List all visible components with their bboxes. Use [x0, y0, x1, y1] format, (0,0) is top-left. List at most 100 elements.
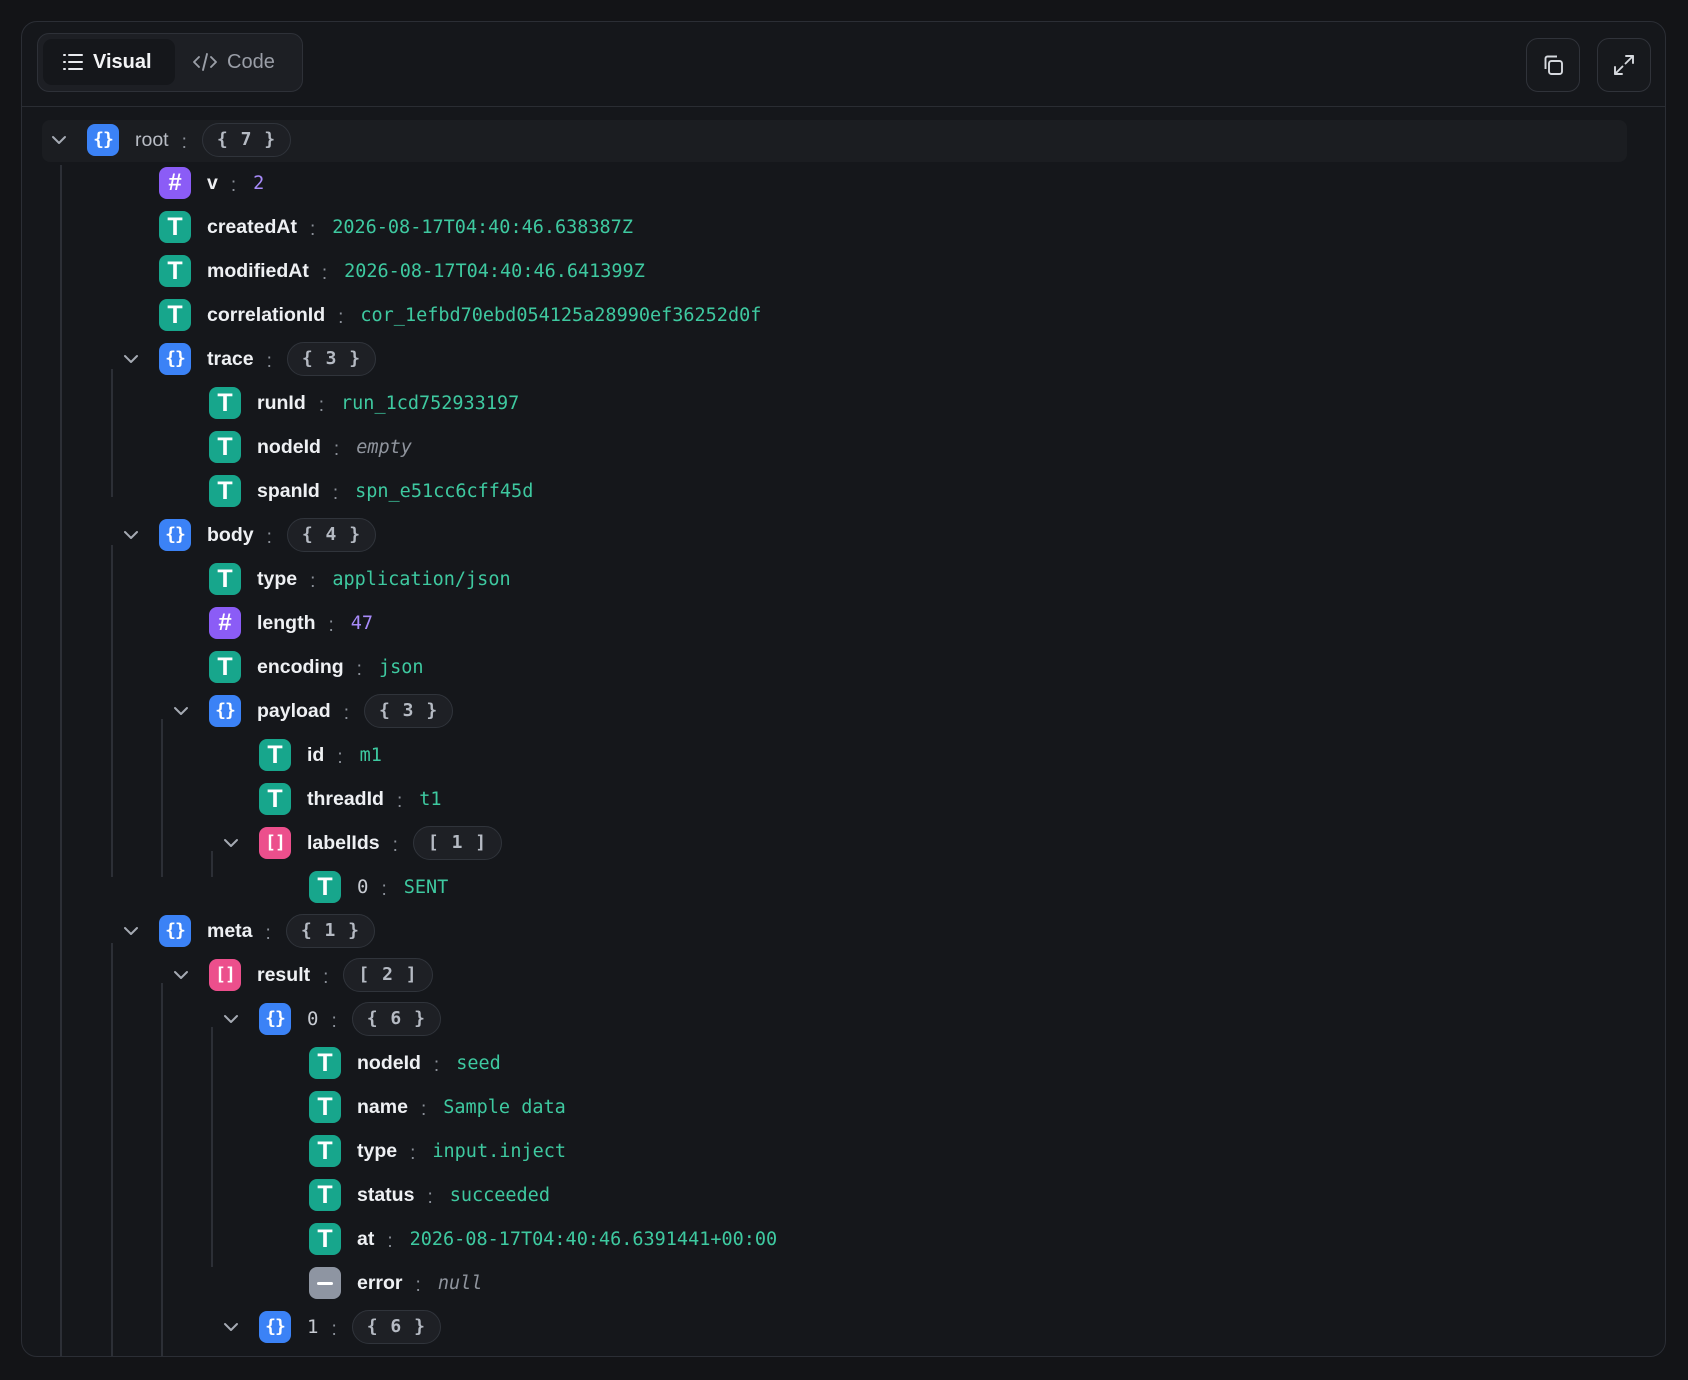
child-count-badge: [ 2 ] [343, 958, 433, 992]
string-type-icon: T [209, 563, 241, 595]
key-separator: : [266, 527, 272, 548]
tab-code[interactable]: Code [181, 39, 296, 85]
view-mode-toggle: Visual Code [37, 33, 303, 92]
tree-row-result-0-type: Ttype: input.inject [22, 1131, 1622, 1171]
key-separator: : [420, 1099, 427, 1120]
node-value: input.inject [432, 1140, 567, 1162]
node-value: t1 [419, 788, 442, 810]
object-type-icon: {} [87, 124, 119, 156]
null-type-icon [309, 1267, 341, 1299]
chevron-down-icon[interactable] [216, 1312, 246, 1342]
node-key: 0 [357, 876, 369, 898]
toolbar: Visual Code [22, 22, 1665, 107]
chevron-down-icon[interactable] [44, 125, 74, 155]
node-value: json [378, 656, 424, 678]
tree-row-body-length: # length:47 [22, 603, 1622, 643]
node-key: body [207, 523, 254, 546]
object-type-icon: {} [259, 1003, 291, 1035]
node-key: result [257, 963, 311, 986]
array-type-icon: [] [209, 959, 241, 991]
string-type-icon: T [209, 387, 241, 419]
tree-row-result[interactable]: [] result: [ 2 ] [22, 955, 1622, 995]
object-type-icon: {} [159, 915, 191, 947]
node-key: spanId [257, 479, 320, 502]
tree-row-result-0-at: Tat:2026-08-17T04:40:46.6391441+00:00 [22, 1219, 1622, 1259]
chevron-down-icon[interactable] [216, 1004, 246, 1034]
key-separator: : [309, 219, 316, 240]
chevron-down-icon[interactable] [116, 344, 146, 374]
node-key: id [307, 743, 325, 766]
node-key: nodeId [357, 1051, 421, 1074]
child-count-badge: { 6 } [351, 1002, 441, 1036]
node-value: empty [356, 436, 412, 458]
node-value: seed [456, 1052, 501, 1074]
tree-row-trace[interactable]: {} trace: { 3 } [22, 339, 1622, 379]
expand-button[interactable] [1597, 38, 1651, 92]
chevron-down-icon[interactable] [166, 696, 196, 726]
json-tree: // Tree row layout: [top, badgeLeft, che… [22, 107, 1665, 1356]
child-count-badge: [ 1 ] [412, 826, 503, 860]
object-type-icon: {} [209, 695, 241, 727]
key-separator: : [323, 967, 329, 988]
tree-row-payload-threadId: TthreadId: t1 [22, 779, 1622, 819]
string-type-icon: T [159, 211, 191, 243]
node-value: m1 [359, 744, 382, 766]
string-type-icon: T [209, 651, 241, 683]
child-count-badge: { 1 } [285, 914, 375, 948]
key-separator: : [410, 1143, 416, 1164]
node-value: 2026-08-17T04:40:46.6391441+00:00 [409, 1228, 778, 1250]
string-type-icon: T [309, 1179, 341, 1211]
code-icon [193, 53, 217, 71]
node-key: threadId [307, 787, 384, 810]
tree-row-payload[interactable]: {} payload: { 3 } [22, 691, 1622, 731]
node-key: 0 [307, 1008, 319, 1030]
tree-row-labelIds[interactable]: [] labelIds: [ 1 ] [22, 823, 1622, 863]
tree-row-body[interactable]: {} body: { 4 } [22, 515, 1622, 555]
tab-visual[interactable]: Visual [43, 39, 175, 85]
key-separator: : [332, 483, 339, 504]
node-key: error [357, 1271, 403, 1294]
key-separator: : [331, 1319, 337, 1340]
copy-button[interactable] [1526, 38, 1580, 92]
tree-row-labelIds-0: T 0: SENT [22, 867, 1622, 907]
number-type-icon: # [159, 167, 191, 199]
key-separator: : [356, 659, 362, 680]
tree-row-trace-spanId: TspanId: spn_e51cc6cff45d [22, 471, 1622, 511]
tree-row-meta[interactable]: {} meta: { 1 } [22, 911, 1622, 951]
key-separator: : [337, 747, 343, 768]
node-value: null [437, 1272, 483, 1294]
tree-row-modifiedAt: TmodifiedAt:2026-08-17T04:40:46.641399Z [22, 251, 1622, 291]
node-value: 2026-08-17T04:40:46.641399Z [344, 260, 645, 282]
node-value: SENT [403, 876, 449, 898]
string-type-icon: T [259, 783, 291, 815]
tree-row-result-1[interactable]: {} 1: { 6 } [22, 1307, 1622, 1347]
tree-row-trace-runId: TrunId: run_1cd752933197 [22, 383, 1622, 423]
object-type-icon: {} [259, 1311, 291, 1343]
node-key: correlationId [207, 303, 326, 326]
node-key: runId [257, 391, 306, 414]
chevron-down-icon[interactable] [166, 960, 196, 990]
chevron-down-icon[interactable] [116, 916, 146, 946]
tree-row-root[interactable]: {} root: { 7 } [22, 120, 1622, 160]
node-key: name [357, 1095, 408, 1118]
child-count-badge: { 6 } [351, 1310, 441, 1344]
string-type-icon: T [309, 1091, 341, 1123]
node-key: 1 [307, 1316, 319, 1338]
expand-icon [1614, 55, 1634, 75]
tree-row-result-0[interactable]: {} 0: { 6 } [22, 999, 1622, 1039]
tree-row-body-type: Ttype: application/json [22, 559, 1622, 599]
node-key: status [357, 1183, 415, 1206]
tree-row-createdAt: TcreatedAt:2026-08-17T04:40:46.638387Z [22, 207, 1622, 247]
key-separator: : [266, 351, 272, 372]
chevron-down-icon[interactable] [216, 828, 246, 858]
chevron-down-icon[interactable] [116, 520, 146, 550]
key-separator: : [392, 835, 398, 856]
node-value: application/json [332, 568, 511, 590]
tree-row-result-0-error: error: null [22, 1263, 1622, 1303]
node-value: succeeded [449, 1184, 550, 1206]
copy-icon [1544, 55, 1563, 75]
key-separator: : [338, 307, 344, 328]
tree-row-v: # v:2 [22, 163, 1622, 203]
node-value: Sample data [443, 1096, 566, 1118]
key-separator: : [310, 571, 316, 592]
